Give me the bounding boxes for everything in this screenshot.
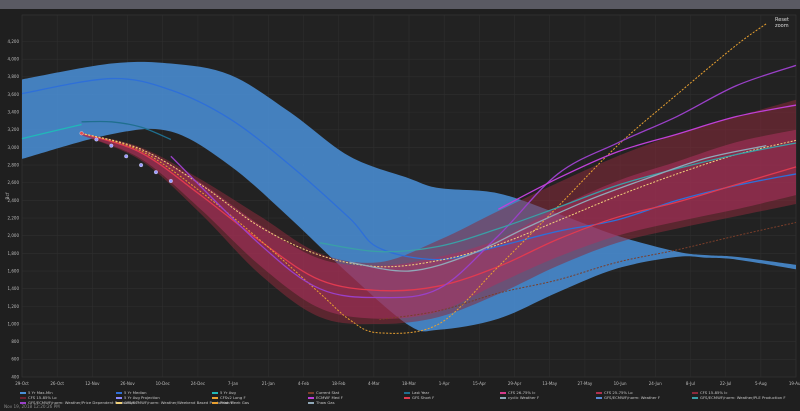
legend-swatch — [212, 397, 218, 399]
legend-swatch — [116, 397, 122, 399]
legend-item[interactable]: Thaw Gas — [308, 400, 335, 405]
y-tick-label: 1,200 — [8, 304, 20, 309]
x-tick-label: 29-Apr — [508, 381, 522, 386]
y-tick-label: 1,800 — [8, 251, 20, 256]
chart-root: 400 600 800 1,000 1,200 1,400 1,600 1,800 2,000 2… — [0, 0, 800, 411]
x-tick-label: 29-Oct — [15, 381, 29, 386]
x-tick-label: 1-Apr — [439, 381, 450, 386]
legend-label: GFS Short F — [412, 395, 435, 400]
x-tick-label: 8-Jul — [686, 381, 695, 386]
legend-item[interactable]: GFS/ECMWF/norm: Weather/PLE Production F — [692, 395, 786, 400]
storage-chart: 400 600 800 1,000 1,200 1,400 1,600 1,800 2,000 2… — [0, 9, 800, 411]
y-tick-label: 800 — [11, 339, 19, 344]
y-tick-label: 2,200 — [8, 215, 20, 220]
legend-swatch — [212, 392, 218, 394]
y-tick-label: 600 — [11, 357, 19, 362]
legend-label: GFS/ECMWF/norm: Weather F — [604, 395, 661, 400]
y-tick-label: 1,400 — [8, 286, 20, 291]
legend-item[interactable]: Peak Week Gas — [212, 400, 249, 405]
legend-swatch — [308, 402, 314, 404]
legend-label: Peak Week Gas — [220, 400, 250, 405]
legend-label: cyclic Weather F — [508, 395, 540, 400]
x-tick-label: 10-Jun — [614, 381, 627, 386]
y-tick-label: 2,000 — [8, 233, 20, 238]
projection-marker — [139, 163, 144, 168]
y-tick-label: 1,000 — [8, 321, 20, 326]
y-tick-label: 4,200 — [8, 39, 20, 44]
projection-marker — [109, 143, 114, 148]
x-tick-label: 24-Dec — [191, 381, 205, 386]
legend-swatch — [308, 397, 314, 399]
y-tick-label: 4,000 — [8, 57, 20, 62]
legend-swatch — [404, 397, 410, 399]
legend-item[interactable]: cyclic Weather F — [500, 395, 539, 400]
projection-marker — [79, 131, 84, 136]
x-tick-label: 22-Jul — [720, 381, 732, 386]
legend-item[interactable]: GFS/ECMWF/norm: Weather F — [596, 395, 660, 400]
legend-swatch — [308, 392, 314, 394]
projection-marker — [94, 137, 99, 142]
x-tick-label: 5-Aug — [755, 381, 767, 386]
legend-swatch — [596, 392, 602, 394]
y-tick-label: 2,600 — [8, 180, 20, 185]
legend-label: Thaw Gas — [316, 400, 335, 405]
legend-swatch — [20, 392, 26, 394]
x-tick-label: 24-Jun — [649, 381, 662, 386]
x-tick-label: 26-Nov — [120, 381, 135, 386]
x-tick-label: 4-Feb — [298, 381, 310, 386]
x-tick-label: 26-Oct — [50, 381, 64, 386]
x-tick-label: 27-May — [578, 381, 593, 386]
x-tick-label: 7-Jan — [228, 381, 239, 386]
y-tick-label: 3,000 — [8, 145, 20, 150]
y-tick-label: 3,800 — [8, 74, 20, 79]
x-tick-label: 18-Feb — [332, 381, 346, 386]
legend-swatch — [404, 392, 410, 394]
x-tick-label: 19-Aug — [789, 381, 800, 386]
reset-zoom-button[interactable]: Reset zoom — [775, 17, 800, 29]
legend-item[interactable]: GFS Short F — [404, 395, 434, 400]
legend-swatch — [116, 402, 122, 404]
legend-swatch — [596, 397, 602, 399]
legend-swatch — [692, 392, 698, 394]
y-tick-label: 3,400 — [8, 110, 20, 115]
legend-swatch — [500, 392, 506, 394]
projection-marker — [154, 170, 158, 175]
legend-swatch — [116, 392, 122, 394]
x-tick-label: 21-Jan — [262, 381, 275, 386]
y-tick-label: 1,600 — [8, 268, 20, 273]
y-tick-label: 2,800 — [8, 162, 20, 167]
x-tick-label: 18-Mar — [402, 381, 416, 386]
projection-marker — [124, 154, 129, 159]
legend-swatch — [692, 397, 698, 399]
projection-marker — [168, 179, 173, 183]
legend-swatch — [20, 397, 26, 399]
x-tick-label: 4-Mar — [368, 381, 380, 386]
legend-swatch — [212, 402, 218, 404]
legend: 5 Yr Max-Min 5 Yr Median 5 Yr Avg Current S… — [20, 390, 790, 405]
x-tick-label: 12-Nov — [85, 381, 100, 386]
y-tick-label: 400 — [11, 374, 19, 379]
x-tick-label: 10-Dec — [156, 381, 170, 386]
y-axis-label: Bcf — [5, 192, 11, 200]
legend-swatch — [500, 397, 506, 399]
y-tick-label: 3,200 — [8, 127, 20, 132]
legend-label: GFS/ECMWF/norm: Weather/PLE Production F — [700, 395, 786, 400]
x-tick-label: 13-May — [542, 381, 557, 386]
y-tick-label: 3,600 — [8, 92, 20, 97]
x-tick-label: 15-Apr — [473, 381, 487, 386]
footer-timestamp: Nov 19, 2018 12:20:26 PM — [4, 404, 60, 409]
